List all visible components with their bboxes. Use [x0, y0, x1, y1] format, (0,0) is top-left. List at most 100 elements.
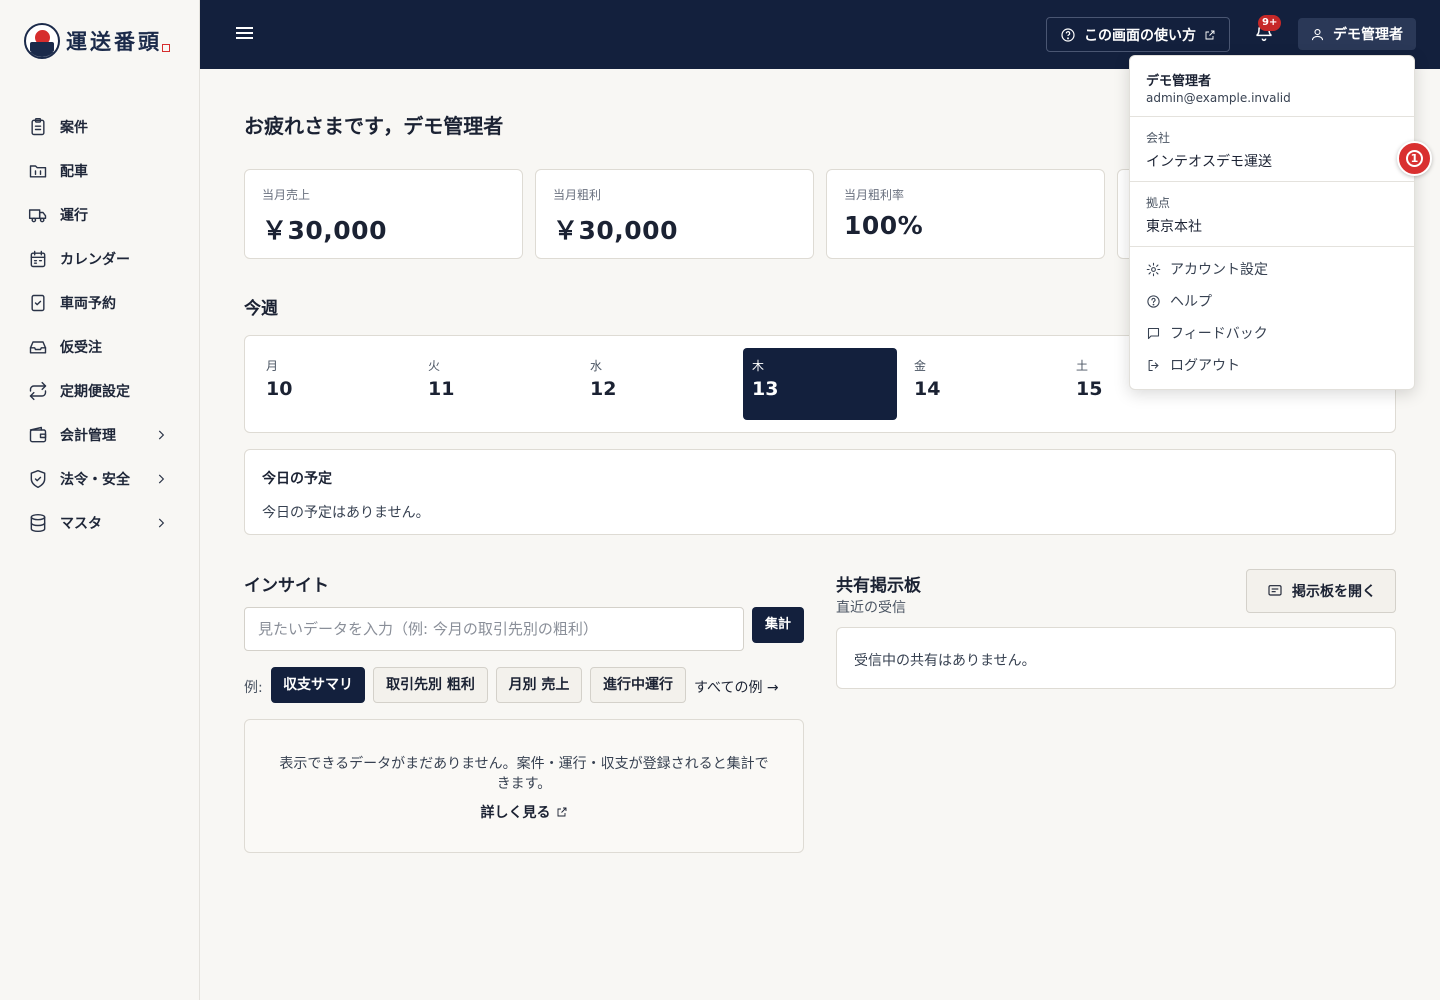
- sidebar-item-vehicle-booking[interactable]: 車両予約: [0, 281, 200, 325]
- sidebar-item-compliance[interactable]: 法令・安全: [0, 457, 200, 501]
- sidebar-item-master[interactable]: マスタ: [0, 501, 200, 545]
- sidebar-item-label: マスタ: [60, 516, 102, 532]
- day-number: 11: [428, 378, 455, 400]
- insight-query-input[interactable]: [244, 607, 744, 651]
- sidebar-item-label: 仮受注: [60, 340, 102, 356]
- base-value: 東京本社: [1146, 219, 1202, 235]
- sidebar-item-label: 配車: [60, 164, 88, 180]
- dropdown-company: 会社 インテオスデモ運送: [1130, 117, 1414, 182]
- insight-title: インサイト: [244, 576, 329, 596]
- aggregate-button[interactable]: 集計: [752, 607, 804, 643]
- clipboard-icon: [28, 117, 48, 137]
- company-value: インテオスデモ運送: [1146, 154, 1272, 170]
- inbox-icon: [28, 337, 48, 357]
- day-name: 金: [914, 359, 927, 373]
- insight-empty-text: 表示できるデータがまだありません。案件・運行・収支が登録されると集計できます。: [279, 756, 769, 792]
- chevron-right-icon: [154, 515, 168, 529]
- logo-mark-icon: [24, 23, 60, 59]
- stat-value: ￥30,000: [262, 216, 387, 245]
- board-empty-card: 受信中の共有はありません。: [836, 627, 1396, 689]
- folder-icon: [28, 161, 48, 181]
- dropdown-menu: アカウント設定 ヘルプ フィードバック ログアウト: [1130, 247, 1414, 381]
- calendar-icon: [28, 249, 48, 269]
- user-menu-button[interactable]: デモ管理者: [1298, 18, 1416, 50]
- sidebar-item-label: 定期便設定: [60, 384, 130, 400]
- example-chip[interactable]: 月別 売上: [496, 667, 582, 703]
- dropdown-base: 拠点 東京本社: [1130, 182, 1414, 247]
- external-link-icon: [1204, 29, 1216, 41]
- day-cell[interactable]: 火 11: [419, 348, 573, 420]
- dropdown-user-email: admin@example.invalid: [1146, 91, 1291, 105]
- learn-more-link[interactable]: 詳しく見る: [481, 802, 568, 822]
- dropdown-user-info: デモ管理者 admin@example.invalid: [1130, 56, 1414, 117]
- day-name: 月: [266, 359, 279, 373]
- company-label: 会社: [1146, 131, 1171, 145]
- example-chip[interactable]: 進行中運行: [590, 667, 686, 703]
- menu-item-feedback[interactable]: フィードバック: [1130, 317, 1414, 349]
- screen-help-label: この画面の使い方: [1084, 27, 1196, 44]
- stat-label: 当月売上: [262, 188, 311, 202]
- logout-icon: [1148, 359, 1159, 371]
- chevron-right-icon: [154, 471, 168, 485]
- examples-label: 例:: [244, 680, 263, 696]
- menu-icon[interactable]: [236, 24, 256, 44]
- sidebar-item-label: 車両予約: [60, 296, 116, 312]
- menu-item-help[interactable]: ヘルプ: [1130, 285, 1414, 317]
- help-circle-icon: [1147, 294, 1160, 308]
- sidebar-item-label: 案件: [60, 120, 88, 136]
- help-circle-icon: [1061, 27, 1075, 42]
- open-board-button[interactable]: 掲示板を開く: [1246, 569, 1396, 613]
- sidebar-item-label: 法令・安全: [60, 472, 130, 488]
- base-label: 拠点: [1146, 196, 1171, 210]
- notification-badge: 9+: [1258, 15, 1282, 31]
- stat-label: 当月粗利: [553, 188, 602, 202]
- example-chip[interactable]: 収支サマリ: [271, 667, 365, 703]
- menu-item-account-settings[interactable]: アカウント設定: [1130, 253, 1414, 285]
- day-name: 火: [428, 359, 441, 373]
- day-number: 12: [590, 378, 617, 400]
- all-examples-link[interactable]: すべての例 →: [694, 677, 779, 697]
- stat-card-sales: 当月売上 ￥30,000: [244, 169, 523, 259]
- week-title: 今週: [244, 299, 278, 319]
- day-cell[interactable]: 水 12: [581, 348, 735, 420]
- logo-text: 運送番頭: [66, 29, 162, 54]
- board-title: 共有掲示板: [836, 576, 921, 596]
- sidebar-item-scheduled-routes[interactable]: 定期便設定: [0, 369, 200, 413]
- chevron-right-icon: [154, 427, 168, 441]
- menu-item-logout[interactable]: ログアウト: [1130, 349, 1414, 381]
- stat-card-gross-margin: 当月粗利率 100%: [826, 169, 1105, 259]
- learn-more-label: 詳しく見る: [480, 805, 551, 821]
- sidebar-item-accounting[interactable]: 会計管理: [0, 413, 200, 457]
- menu-item-label: アカウント設定: [1170, 262, 1268, 278]
- truck-icon: [28, 205, 48, 225]
- stat-value: ￥30,000: [553, 216, 678, 245]
- logo-seal-icon: [162, 44, 170, 52]
- gear-icon: [1146, 262, 1161, 276]
- sidebar-item-calendar[interactable]: カレンダー: [0, 237, 200, 281]
- page-title: お疲れさまです，デモ管理者: [244, 114, 504, 138]
- sidebar-item-dispatch[interactable]: 配車: [0, 149, 200, 193]
- user-menu-label: デモ管理者: [1333, 27, 1403, 43]
- sidebar-item-provisional-orders[interactable]: 仮受注: [0, 325, 200, 369]
- example-chip[interactable]: 取引先別 粗利: [373, 667, 488, 703]
- sidebar-item-operations[interactable]: 運行: [0, 193, 200, 237]
- external-link-icon: [557, 807, 566, 817]
- today-schedule-title: 今日の予定: [262, 471, 332, 487]
- stat-value: 100%: [844, 211, 924, 240]
- day-cell[interactable]: 金 14: [905, 348, 1059, 420]
- sidebar-item-cases[interactable]: 案件: [0, 105, 200, 149]
- wallet-icon: [28, 425, 48, 445]
- day-cell[interactable]: 月 10: [257, 348, 411, 420]
- menu-item-label: ログアウト: [1170, 358, 1240, 374]
- day-name: 水: [590, 359, 603, 373]
- app-logo[interactable]: 運送番頭: [24, 22, 170, 60]
- day-name: 木: [752, 359, 765, 373]
- message-icon: [1147, 327, 1160, 339]
- day-cell-today[interactable]: 木 13: [743, 348, 897, 420]
- screen-help-button[interactable]: この画面の使い方: [1046, 17, 1230, 52]
- day-number: 10: [266, 378, 293, 400]
- sidebar-nav: 案件 配車 運行 カレンダー 車両予約 仮受注 定期便設定 会計管理 法令・安全…: [0, 105, 200, 545]
- board-empty-text: 受信中の共有はありません。: [854, 653, 1036, 669]
- clipboard-check-icon: [28, 293, 48, 313]
- today-schedule-card: 今日の予定 今日の予定はありません。: [244, 449, 1396, 535]
